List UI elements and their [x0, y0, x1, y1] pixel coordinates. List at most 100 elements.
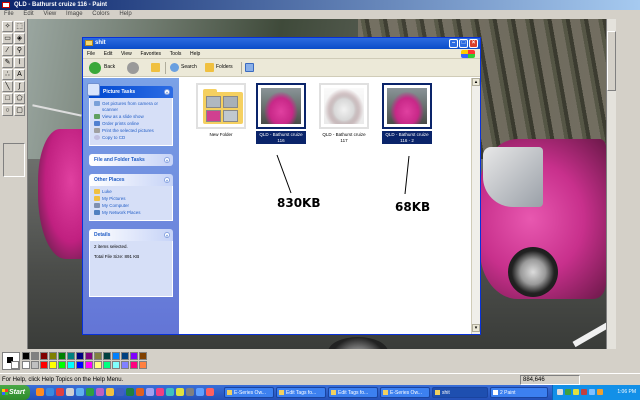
explorer-menu-edit[interactable]: Edit — [104, 49, 113, 59]
color-swatch[interactable] — [67, 352, 75, 360]
minimize-button[interactable]: – — [449, 39, 458, 48]
text-tool-icon[interactable]: A — [14, 69, 25, 80]
color-swatch[interactable] — [49, 352, 57, 360]
ellipse-tool-icon[interactable]: ○ — [2, 105, 13, 116]
quicklaunch-app5-icon[interactable] — [156, 388, 164, 396]
color-swatch[interactable] — [22, 361, 30, 369]
color-swatch[interactable] — [76, 361, 84, 369]
explorer-menu-help[interactable]: Help — [190, 49, 200, 59]
place-my-pictures[interactable]: My Pictures — [94, 195, 168, 202]
color-swatch[interactable] — [94, 352, 102, 360]
quicklaunch-app9-icon[interactable] — [196, 388, 204, 396]
pencil-icon[interactable]: ✎ — [2, 57, 13, 68]
color-swatch[interactable] — [103, 361, 111, 369]
color-swatch[interactable] — [130, 352, 138, 360]
taskbar-item-eseries-1[interactable]: E-Series Ow... — [224, 387, 274, 398]
place-my-computer[interactable]: My Computer — [94, 202, 168, 209]
color-swatch[interactable] — [139, 352, 147, 360]
color-swatch[interactable] — [85, 352, 93, 360]
quicklaunch-excel-icon[interactable] — [126, 388, 134, 396]
explorer-vertical-scrollbar[interactable]: ▴ ▾ — [471, 78, 480, 334]
rectangle-tool-icon[interactable]: □ — [2, 93, 13, 104]
quicklaunch-app7-icon[interactable] — [176, 388, 184, 396]
taskbar-item-eseries-2[interactable]: E-Series Ow... — [380, 387, 430, 398]
curve-tool-icon[interactable]: ∫ — [14, 81, 25, 92]
color-swatch[interactable] — [121, 361, 129, 369]
tool-options-box[interactable] — [3, 143, 25, 177]
place-luke[interactable]: Luke — [94, 188, 168, 195]
color-swatch[interactable] — [139, 361, 147, 369]
start-button[interactable]: Start — [0, 385, 30, 400]
back-arrow-icon[interactable] — [89, 62, 101, 74]
chevron-up-icon[interactable]: ˄ — [164, 176, 170, 183]
paint-menu-image[interactable]: Image — [66, 10, 83, 19]
file-view[interactable]: New Folder QLD - Bathurst cruize 116 QLD… — [179, 78, 471, 334]
forward-arrow-icon[interactable] — [127, 62, 139, 74]
tray-icon-3[interactable] — [573, 389, 579, 395]
tray-icon-5[interactable] — [589, 389, 595, 395]
taskbar-item-edit-tags-1[interactable]: Edit Tags fo... — [276, 387, 326, 398]
paint-title-bar[interactable]: QLD - Bathurst cruize 116 - Paint — [0, 0, 640, 10]
explorer-window[interactable]: shit – □ × File Edit View Favorites Tool… — [82, 37, 481, 335]
maximize-button[interactable]: □ — [459, 39, 468, 48]
folders-icon[interactable] — [205, 63, 214, 72]
scroll-up-icon[interactable]: ▴ — [472, 78, 480, 86]
taskbar-item-paint[interactable]: 2 Paint — [490, 387, 548, 398]
paint-scroll-thumb[interactable] — [607, 31, 616, 91]
quicklaunch-messenger-icon[interactable] — [86, 388, 94, 396]
quicklaunch-word-icon[interactable] — [116, 388, 124, 396]
color-swatch[interactable] — [49, 361, 57, 369]
details-header[interactable]: Details ˄ — [89, 228, 173, 241]
quicklaunch-app4-icon[interactable] — [146, 388, 154, 396]
scroll-down-icon[interactable]: ▾ — [472, 324, 480, 332]
quicklaunch-firefox-icon[interactable] — [36, 388, 44, 396]
tray-icon-4[interactable] — [581, 389, 587, 395]
task-print[interactable]: Print the selected pictures — [94, 127, 168, 134]
paint-menu-view[interactable]: View — [43, 10, 56, 19]
search-button[interactable]: Search — [181, 64, 197, 70]
folders-button[interactable]: Folders — [216, 64, 233, 70]
explorer-menu-tools[interactable]: Tools — [170, 49, 182, 59]
color-swatch[interactable] — [67, 361, 75, 369]
color-swatch[interactable] — [40, 361, 48, 369]
task-slideshow[interactable]: View as a slide show — [94, 113, 168, 120]
explorer-menu-favorites[interactable]: Favorites — [140, 49, 161, 59]
other-places-header[interactable]: Other Places ˄ — [89, 173, 173, 186]
place-my-network[interactable]: My Network Places — [94, 209, 168, 216]
explorer-menu-file[interactable]: File — [87, 49, 95, 59]
airbrush-icon[interactable]: ∴ — [2, 69, 13, 80]
color-swatch[interactable] — [58, 352, 66, 360]
close-button[interactable]: × — [469, 39, 478, 48]
color-swatch[interactable] — [94, 361, 102, 369]
color-swatch[interactable] — [76, 352, 84, 360]
quicklaunch-media-icon[interactable] — [56, 388, 64, 396]
task-order-prints[interactable]: Order prints online — [94, 120, 168, 127]
taskbar-item-edit-tags-2[interactable]: Edit Tags fo... — [328, 387, 378, 398]
rect-select-icon[interactable]: ⬚ — [14, 21, 25, 32]
paint-menu-help[interactable]: Help — [119, 10, 131, 19]
up-folder-icon[interactable] — [151, 63, 160, 72]
free-select-icon[interactable]: ✧ — [2, 21, 13, 32]
brush-icon[interactable]: ⌇ — [14, 57, 25, 68]
explorer-menu-view[interactable]: View — [121, 49, 132, 59]
quicklaunch-app8-icon[interactable] — [186, 388, 194, 396]
color-swatch[interactable] — [31, 361, 39, 369]
fill-bucket-icon[interactable]: ◈ — [14, 33, 25, 44]
color-swatch[interactable] — [58, 361, 66, 369]
paint-menu-colors[interactable]: Colors — [92, 10, 109, 19]
color-swatch[interactable] — [112, 352, 120, 360]
tray-icon-2[interactable] — [565, 389, 571, 395]
color-swatch[interactable] — [40, 352, 48, 360]
tray-icon-6[interactable] — [597, 389, 603, 395]
color-swatch[interactable] — [130, 361, 138, 369]
file-folder-tasks-header[interactable]: File and Folder Tasks ˅ — [89, 153, 173, 166]
picture-tasks-header[interactable]: Picture Tasks ˄ — [87, 83, 173, 98]
magnifier-icon[interactable]: ⚲ — [14, 45, 25, 56]
rounded-rect-tool-icon[interactable]: ▢ — [14, 105, 25, 116]
quicklaunch-app-icon[interactable] — [66, 388, 74, 396]
quicklaunch-app2-icon[interactable] — [96, 388, 104, 396]
chevron-up-icon[interactable]: ˄ — [164, 231, 170, 238]
color-swatch[interactable] — [22, 352, 30, 360]
views-icon[interactable] — [245, 63, 254, 72]
taskbar-item-shit[interactable]: shit — [432, 387, 488, 398]
